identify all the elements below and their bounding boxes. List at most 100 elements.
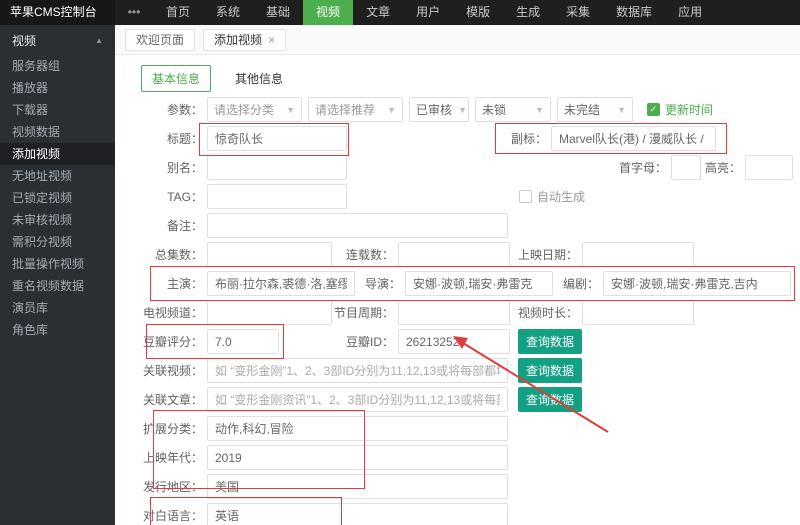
- tag-row: TAG： ✓ 自动生成: [141, 184, 800, 209]
- douban-row: 豆瓣评分： 豆瓣ID： 查询数据: [141, 329, 800, 354]
- sidebar-item-downloader[interactable]: 下载器: [0, 99, 115, 121]
- nav-item-generate[interactable]: 生成: [503, 0, 553, 25]
- title-input[interactable]: [207, 126, 347, 151]
- alias-label: 别名：: [141, 159, 203, 176]
- language-row: 对白语言：: [141, 503, 800, 525]
- douban-query-button[interactable]: 查询数据: [518, 329, 582, 354]
- alias-input[interactable]: [207, 155, 347, 180]
- nav-item-user[interactable]: 用户: [403, 0, 453, 25]
- nav-item-app[interactable]: 应用: [665, 0, 715, 25]
- nav-item-template[interactable]: 模版: [453, 0, 503, 25]
- checkbox-empty-icon: ✓: [519, 190, 532, 203]
- nav-item-home[interactable]: 首页: [153, 0, 203, 25]
- area-input[interactable]: [207, 474, 508, 499]
- duration-input[interactable]: [582, 300, 694, 325]
- update-time-label: 更新时间: [665, 101, 713, 118]
- params-label: 参数：: [141, 101, 203, 118]
- close-icon[interactable]: ×: [268, 33, 275, 47]
- lock-select[interactable]: 未锁▼: [475, 97, 551, 122]
- program-cycle-input[interactable]: [398, 300, 510, 325]
- update-time-checkbox[interactable]: ✓ 更新时间: [647, 101, 713, 118]
- recommend-select[interactable]: 请选择推荐▼: [308, 97, 403, 122]
- nav-item-basic[interactable]: 基础: [253, 0, 303, 25]
- related-article-query-button[interactable]: 查询数据: [518, 387, 582, 412]
- related-article-input[interactable]: [207, 387, 508, 412]
- douban-score-input[interactable]: [207, 329, 279, 354]
- top-nav: 首页 系统 基础 视频 文章 用户 模版 生成 采集 数据库 应用: [153, 0, 715, 25]
- tv-channel-label: 电视频道：: [141, 304, 203, 321]
- highlight-input[interactable]: [745, 155, 793, 180]
- form-tabbar: 基本信息 其他信息: [141, 63, 800, 93]
- ext-class-input[interactable]: [207, 416, 508, 441]
- sidebar-item-video-data[interactable]: 视频数据: [0, 121, 115, 143]
- total-episodes-label: 总集数：: [141, 246, 203, 263]
- sidebar-item-actor-library[interactable]: 演员库: [0, 297, 115, 319]
- sidebar: 视频 ▲ 服务器组 播放器 下载器 视频数据 添加视频 无地址视频 已锁定视频 …: [0, 25, 115, 525]
- writer-input[interactable]: [603, 271, 791, 296]
- tab-other-info[interactable]: 其他信息: [225, 66, 293, 91]
- director-input[interactable]: [405, 271, 553, 296]
- chevron-down-icon: ▼: [286, 105, 295, 115]
- duration-label: 视频时长：: [510, 304, 578, 321]
- tab-basic-info[interactable]: 基本信息: [141, 65, 211, 92]
- serial-select[interactable]: 未完结▼: [557, 97, 633, 122]
- total-episodes-input[interactable]: [207, 242, 332, 267]
- douban-id-label: 豆瓣ID：: [279, 333, 394, 350]
- sidebar-section-video[interactable]: 视频 ▲: [0, 25, 115, 55]
- nav-item-article[interactable]: 文章: [353, 0, 403, 25]
- sidebar-item-no-url-video[interactable]: 无地址视频: [0, 165, 115, 187]
- initial-label: 首字母：: [347, 159, 667, 176]
- tag-label: TAG：: [141, 188, 203, 205]
- sidebar-item-batch-video[interactable]: 批量操作视频: [0, 253, 115, 275]
- related-video-row: 关联视频： 查询数据: [141, 358, 800, 383]
- topbar: 苹果CMS控制台 ••• 首页 系统 基础 视频 文章 用户 模版 生成 采集 …: [0, 0, 800, 25]
- release-date-label: 上映日期：: [510, 246, 578, 263]
- tab-add-video[interactable]: 添加视频 ×: [203, 29, 286, 51]
- add-video-form: 参数： 请选择分类▼ 请选择推荐▼ 已审核▼ 未锁▼ 未完结▼ ✓: [141, 97, 800, 525]
- note-row: 备注：: [141, 213, 800, 238]
- related-article-row: 关联文章： 查询数据: [141, 387, 800, 412]
- auto-generate-label: 自动生成: [537, 188, 585, 205]
- note-input[interactable]: [207, 213, 508, 238]
- auto-generate-checkbox[interactable]: ✓ 自动生成: [519, 188, 585, 205]
- related-article-label: 关联文章：: [141, 391, 203, 408]
- category-select[interactable]: 请选择分类▼: [207, 97, 302, 122]
- sidebar-item-duplicate-video[interactable]: 重名视频数据: [0, 275, 115, 297]
- subtitle-input[interactable]: [551, 126, 716, 151]
- nav-item-video[interactable]: 视频: [303, 0, 353, 25]
- year-input[interactable]: [207, 445, 508, 470]
- related-video-input[interactable]: [207, 358, 508, 383]
- release-date-input[interactable]: [582, 242, 694, 267]
- page-tabbar: 欢迎页面 添加视频 ×: [115, 25, 800, 55]
- related-video-query-button[interactable]: 查询数据: [518, 358, 582, 383]
- tag-input[interactable]: [207, 184, 347, 209]
- actors-label: 主演：: [141, 275, 203, 292]
- sidebar-item-player[interactable]: 播放器: [0, 77, 115, 99]
- tv-channel-input[interactable]: [207, 300, 332, 325]
- serial-number-label: 连载数：: [332, 246, 394, 263]
- actors-input[interactable]: [207, 271, 355, 296]
- chevron-up-icon: ▲: [95, 36, 103, 45]
- menu-dots-icon[interactable]: •••: [115, 0, 153, 25]
- ext-class-row: 扩展分类：: [141, 416, 800, 441]
- initial-input[interactable]: [671, 155, 701, 180]
- serial-number-input[interactable]: [398, 242, 510, 267]
- sidebar-item-server-group[interactable]: 服务器组: [0, 55, 115, 77]
- douban-id-input[interactable]: [398, 329, 510, 354]
- chevron-down-icon: ▼: [458, 105, 467, 115]
- chevron-down-icon: ▼: [535, 105, 544, 115]
- year-row: 上映年代：: [141, 445, 800, 470]
- audit-select[interactable]: 已审核▼: [409, 97, 469, 122]
- sidebar-item-add-video[interactable]: 添加视频: [0, 143, 115, 165]
- sidebar-item-unaudited-video[interactable]: 未审核视频: [0, 209, 115, 231]
- sidebar-item-locked-video[interactable]: 已锁定视频: [0, 187, 115, 209]
- director-label: 导演：: [355, 275, 401, 292]
- nav-item-system[interactable]: 系统: [203, 0, 253, 25]
- tab-welcome[interactable]: 欢迎页面: [125, 29, 195, 51]
- language-input[interactable]: [207, 503, 508, 525]
- nav-item-collect[interactable]: 采集: [553, 0, 603, 25]
- nav-item-database[interactable]: 数据库: [603, 0, 665, 25]
- check-icon: ✓: [647, 103, 660, 116]
- sidebar-item-points-video[interactable]: 需积分视频: [0, 231, 115, 253]
- sidebar-item-role-library[interactable]: 角色库: [0, 319, 115, 341]
